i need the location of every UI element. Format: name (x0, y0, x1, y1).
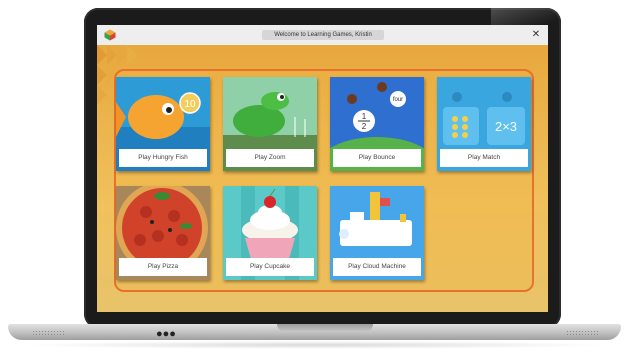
fraction-denominator: 2 (362, 122, 367, 131)
game-tile-pizza[interactable]: Play Pizza (116, 186, 210, 280)
game-tile-cloud-machine[interactable]: Play Cloud Machine (330, 186, 424, 280)
game-label: Play Zoom (226, 149, 314, 167)
app-logo-icon (104, 29, 116, 41)
word-ball: four (393, 97, 403, 103)
speaker-grille-left (32, 330, 66, 335)
game-label: Play Pizza (119, 258, 207, 276)
match-expression: 2×3 (495, 119, 517, 134)
game-tile-match[interactable]: 2×3 Play Match (437, 77, 531, 171)
game-tile-hungry-fish[interactable]: 10 Play Hungry Fish (116, 77, 210, 171)
game-label: Play Match (440, 149, 528, 167)
app-window: Welcome to Learning Games, Kristin ✕ 10 … (97, 25, 548, 312)
game-label: Play Bounce (333, 149, 421, 167)
fraction-numerator: 1 (362, 112, 367, 121)
laptop-shadow (18, 341, 611, 349)
game-label: Play Cupcake (226, 258, 314, 276)
fish-badge: 10 (184, 99, 196, 110)
laptop-dots: ●●● (156, 328, 176, 340)
game-label: Play Cloud Machine (333, 258, 421, 276)
speaker-grille-right (566, 330, 600, 335)
game-label: Play Hungry Fish (119, 149, 207, 167)
title-bar: Welcome to Learning Games, Kristin ✕ (97, 25, 548, 46)
window-title: Welcome to Learning Games, Kristin (262, 30, 384, 40)
games-panel: 10 Play Hungry Fish Play Zoom 1 2 four P… (114, 69, 534, 292)
game-tile-zoom[interactable]: Play Zoom (223, 77, 317, 171)
game-tile-bounce[interactable]: 1 2 four Play Bounce (330, 77, 424, 171)
game-tile-cupcake[interactable]: Play Cupcake (223, 186, 317, 280)
close-button[interactable]: ✕ (530, 28, 542, 41)
laptop-notch (277, 324, 373, 332)
